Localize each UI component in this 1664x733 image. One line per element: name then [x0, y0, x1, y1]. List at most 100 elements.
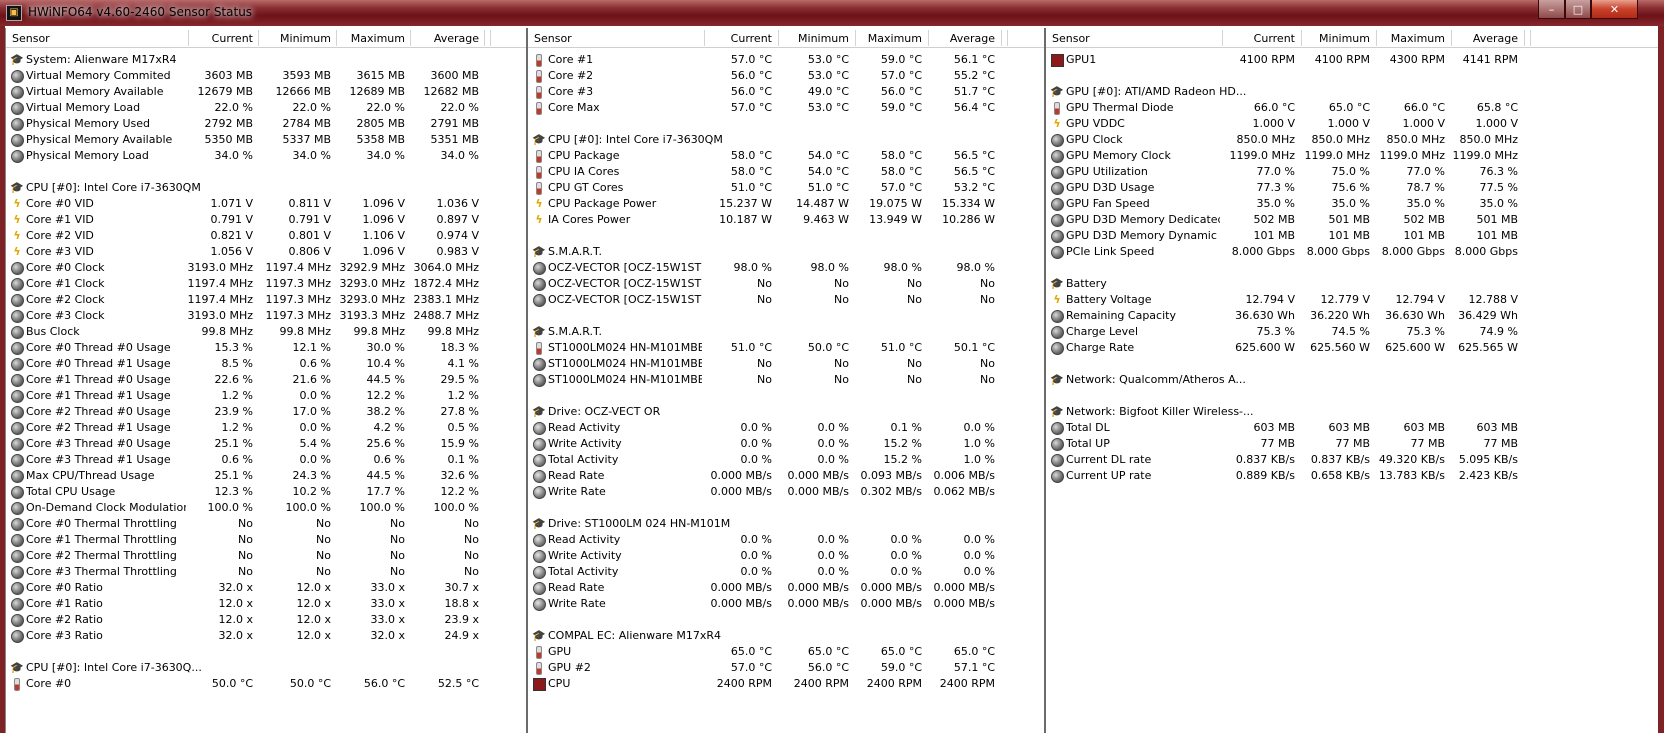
sensor-row[interactable]: Total CPU Usage 12.3 % 10.2 % 17.7 % 12.2 % [6, 484, 526, 500]
sensor-row[interactable]: CPU GT Cores 51.0 °C 51.0 °C 57.0 °C 53.2 °C [528, 180, 1044, 196]
sensor-row[interactable]: Write Rate 0.000 MB/s 0.000 MB/s 0.000 MB/s… [528, 596, 1044, 612]
column-divider[interactable] [1222, 30, 1223, 46]
sensor-row[interactable]: ST1000LM024 HN-M101MBB [S2... 51.0 °C 50.0… [528, 340, 1044, 356]
column-divider[interactable] [1301, 30, 1302, 46]
sensor-row[interactable]: Charge Rate 625.600 W 625.560 W 625.600 W 62… [1046, 340, 1658, 356]
column-header-average[interactable]: Average [950, 32, 995, 45]
sensor-row[interactable]: ϟ GPU VDDC 1.000 V 1.000 V 1.000 V 1.000 V [1046, 116, 1658, 132]
sensor-row[interactable]: CPU 2400 RPM 2400 RPM 2400 RPM 2400 RPM [528, 676, 1044, 692]
column-divider[interactable] [778, 30, 779, 46]
sensor-row[interactable]: GPU Thermal Diode 66.0 °C 65.0 °C 66.0 °C 65… [1046, 100, 1658, 116]
sensor-panel-1[interactable]: Sensor Current Minimum Maximum Average 🎓 Syste… [5, 28, 526, 733]
sensor-row[interactable]: Total UP 77 MB 77 MB 77 MB 77 MB [1046, 436, 1658, 452]
column-divider[interactable] [1524, 30, 1525, 46]
sensor-row[interactable]: Core #2 Clock 1197.4 MHz 1197.3 MHz 3293.0 … [6, 292, 526, 308]
column-header-minimum[interactable]: Minimum [798, 32, 849, 45]
column-header-current[interactable]: Current [212, 32, 253, 45]
sensor-group-row[interactable]: 🎓 Battery [1046, 276, 1658, 292]
sensor-row[interactable]: Charge Level 75.3 % 74.5 % 75.3 % 74.9 % [1046, 324, 1658, 340]
sensor-row[interactable]: Virtual Memory Commited 3603 MB 3593 MB 361… [6, 68, 526, 84]
sensor-row[interactable]: Read Rate 0.000 MB/s 0.000 MB/s 0.093 MB/s 0… [528, 468, 1044, 484]
column-divider[interactable] [410, 30, 411, 46]
sensor-row[interactable]: Core #3 Thread #0 Usage 25.1 % 5.4 % 25.6 %… [6, 436, 526, 452]
sensor-row[interactable]: GPU Memory Clock 1199.0 MHz 1199.0 MHz 1199… [1046, 148, 1658, 164]
column-divider[interactable] [258, 30, 259, 46]
sensor-row[interactable]: ϟ Core #2 VID 0.821 V 0.801 V 1.106 V 0.974 V [6, 228, 526, 244]
sensor-row[interactable]: Core #1 57.0 °C 53.0 °C 59.0 °C 56.1 °C [528, 52, 1044, 68]
sensor-row[interactable]: Core #3 Ratio 32.0 x 12.0 x 32.0 x 24.9 x [6, 628, 526, 644]
sensor-group-row[interactable]: 🎓 Drive: OCZ-VECT OR [528, 404, 1044, 420]
sensor-row[interactable]: Total DL 603 MB 603 MB 603 MB 603 MB [1046, 420, 1658, 436]
sensor-row[interactable]: Physical Memory Used 2792 MB 2784 MB 2805 M… [6, 116, 526, 132]
sensor-row[interactable]: GPU #2 57.0 °C 56.0 °C 59.0 °C 57.1 °C [528, 660, 1044, 676]
column-divider[interactable] [188, 30, 189, 46]
sensor-row[interactable]: CPU IA Cores 58.0 °C 54.0 °C 58.0 °C 56.5 °C [528, 164, 1044, 180]
sensor-row[interactable]: GPU1 4100 RPM 4100 RPM 4300 RPM 4141 RPM [1046, 52, 1658, 68]
sensor-row[interactable]: Core #3 Thermal Throttling No No No No [6, 564, 526, 580]
sensor-row[interactable]: GPU Clock 850.0 MHz 850.0 MHz 850.0 MHz 850.… [1046, 132, 1658, 148]
sensor-group-row[interactable]: 🎓 S.M.A.R.T. [528, 324, 1044, 340]
sensor-group-row[interactable]: 🎓 Network: Qualcomm/Atheros A... [1046, 372, 1658, 388]
column-divider[interactable] [1001, 30, 1002, 46]
column-divider[interactable] [1451, 30, 1452, 46]
sensor-row[interactable]: Read Rate 0.000 MB/s 0.000 MB/s 0.000 MB/s 0… [528, 580, 1044, 596]
column-divider[interactable] [484, 30, 485, 46]
column-header-current[interactable]: Current [1254, 32, 1295, 45]
sensor-row[interactable]: Core #3 Clock 3193.0 MHz 1197.3 MHz 3193.3 … [6, 308, 526, 324]
sensor-group-row[interactable]: 🎓 System: Alienware M17xR4 [6, 52, 526, 68]
sensor-row[interactable]: Total Activity 0.0 % 0.0 % 0.0 % 0.0 % [528, 564, 1044, 580]
column-header-average[interactable]: Average [434, 32, 479, 45]
column-divider[interactable] [704, 30, 705, 46]
column-divider[interactable] [928, 30, 929, 46]
sensor-row[interactable]: GPU Fan Speed 35.0 % 35.0 % 35.0 % 35.0 % [1046, 196, 1658, 212]
sensor-row[interactable]: Core #0 Thermal Throttling No No No No [6, 516, 526, 532]
column-divider[interactable] [1376, 30, 1377, 46]
sensor-group-row[interactable]: 🎓 S.M.A.R.T. [528, 244, 1044, 260]
sensor-row[interactable]: OCZ-VECTOR [OCZ-15W1ST2D... No No No No [528, 276, 1044, 292]
column-header-maximum[interactable]: Maximum [351, 32, 405, 45]
sensor-row[interactable]: Core #3 Thread #1 Usage 0.6 % 0.0 % 0.6 % 0.… [6, 452, 526, 468]
sensor-row[interactable]: ϟ Core #0 VID 1.071 V 0.811 V 1.096 V 1.036 V [6, 196, 526, 212]
sensor-row[interactable]: Core #2 Ratio 12.0 x 12.0 x 33.0 x 23.9 x [6, 612, 526, 628]
sensor-row[interactable]: Current DL rate 0.837 KB/s 0.837 KB/s 49.32… [1046, 452, 1658, 468]
sensor-group-row[interactable]: 🎓 Drive: ST1000LM 024 HN-M101M [528, 516, 1044, 532]
sensor-row[interactable]: Write Activity 0.0 % 0.0 % 15.2 % 1.0 % [528, 436, 1044, 452]
sensor-group-row[interactable]: 🎓 CPU [#0]: Intel Core i7-3630QM [6, 180, 526, 196]
sensor-row[interactable]: Core #0 Thread #1 Usage 8.5 % 0.6 % 10.4 % 4… [6, 356, 526, 372]
sensor-row[interactable]: GPU D3D Memory Dynamic 101 MB 101 MB 101 MB… [1046, 228, 1658, 244]
sensor-row[interactable]: Core #3 56.0 °C 49.0 °C 56.0 °C 51.7 °C [528, 84, 1044, 100]
column-header-minimum[interactable]: Minimum [1319, 32, 1370, 45]
sensor-row[interactable]: Core #0 50.0 °C 50.0 °C 56.0 °C 52.5 °C [6, 676, 526, 692]
sensor-row[interactable]: Core #1 Ratio 12.0 x 12.0 x 33.0 x 18.8 x [6, 596, 526, 612]
column-header-sensor[interactable]: Sensor [12, 32, 50, 45]
sensor-row[interactable]: Core #0 Ratio 32.0 x 12.0 x 33.0 x 30.7 x [6, 580, 526, 596]
column-divider[interactable] [336, 30, 337, 46]
sensor-row[interactable]: Current UP rate 0.889 KB/s 0.658 KB/s 13.78… [1046, 468, 1658, 484]
column-header-current[interactable]: Current [731, 32, 772, 45]
sensor-row[interactable]: Physical Memory Available 5350 MB 5337 MB 5… [6, 132, 526, 148]
sensor-group-row[interactable]: 🎓 CPU [#0]: Intel Core i7-3630QM [528, 132, 1044, 148]
sensor-row[interactable]: Write Rate 0.000 MB/s 0.000 MB/s 0.302 MB/s… [528, 484, 1044, 500]
sensor-row[interactable]: Core #0 Clock 3193.0 MHz 1197.4 MHz 3292.9 … [6, 260, 526, 276]
sensor-row[interactable]: GPU D3D Usage 77.3 % 75.6 % 78.7 % 77.5 % [1046, 180, 1658, 196]
sensor-row[interactable]: Core #1 Thread #1 Usage 1.2 % 0.0 % 12.2 % 1… [6, 388, 526, 404]
sensor-row[interactable]: Max CPU/Thread Usage 25.1 % 24.3 % 44.5 % 32… [6, 468, 526, 484]
column-header-sensor[interactable]: Sensor [534, 32, 572, 45]
column-header-sensor[interactable]: Sensor [1052, 32, 1090, 45]
sensor-row[interactable]: ϟ Core #1 VID 0.791 V 0.791 V 1.096 V 0.897 V [6, 212, 526, 228]
sensor-row[interactable]: On-Demand Clock Modulation 100.0 % 100.0 %… [6, 500, 526, 516]
sensor-row[interactable]: GPU D3D Memory Dedicated 502 MB 501 MB 502 … [1046, 212, 1658, 228]
maximize-button[interactable]: □ [1565, 0, 1591, 19]
sensor-panel-2[interactable]: Sensor Current Minimum Maximum Average Core #… [526, 28, 1044, 733]
column-divider[interactable] [1530, 30, 1531, 46]
sensor-row[interactable]: Core #1 Thread #0 Usage 22.6 % 21.6 % 44.5 … [6, 372, 526, 388]
sensor-group-row[interactable]: 🎓 CPU [#0]: Intel Core i7-3630Q... [6, 660, 526, 676]
sensor-row[interactable]: Write Activity 0.0 % 0.0 % 0.0 % 0.0 % [528, 548, 1044, 564]
sensor-row[interactable]: Core #2 Thermal Throttling No No No No [6, 548, 526, 564]
sensor-row[interactable]: Core #2 Thread #0 Usage 23.9 % 17.0 % 38.2 … [6, 404, 526, 420]
column-divider[interactable] [1007, 30, 1008, 46]
sensor-row[interactable]: Read Activity 0.0 % 0.0 % 0.1 % 0.0 % [528, 420, 1044, 436]
sensor-row[interactable]: OCZ-VECTOR [OCZ-15W1ST2D... No No No No [528, 292, 1044, 308]
sensor-row[interactable]: OCZ-VECTOR [OCZ-15W1ST2D... 98.0 % 98.0 % 9… [528, 260, 1044, 276]
close-button[interactable]: ✕ [1591, 0, 1638, 19]
